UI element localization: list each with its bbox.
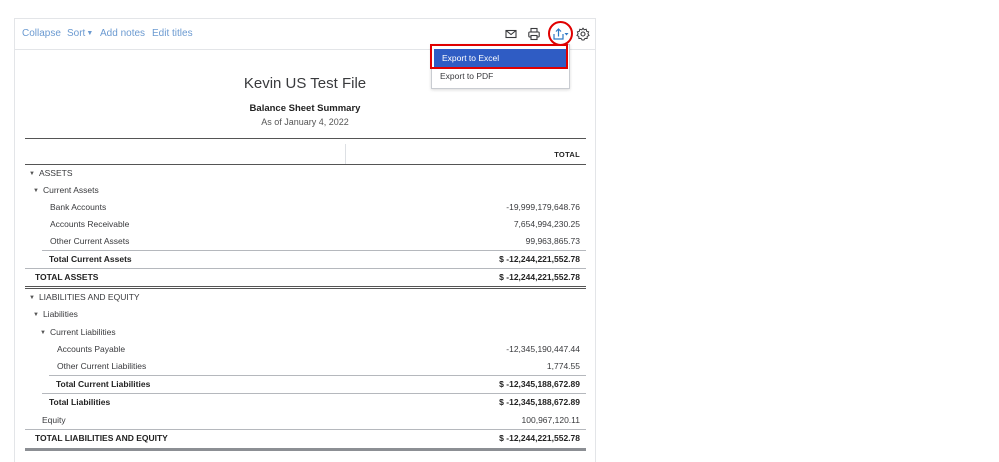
row-label: Bank Accounts xyxy=(50,202,107,212)
export-to-pdf-item[interactable]: Export to PDF xyxy=(432,67,569,85)
row-label: Accounts Receivable xyxy=(50,219,130,229)
table-row[interactable]: Other Current Assets 99,963,865.73 xyxy=(25,233,586,250)
collapse-triangle-icon[interactable]: ▼ xyxy=(29,166,35,183)
export-highlight-circle xyxy=(548,21,573,46)
row-label: TOTAL LIABILITIES AND EQUITY xyxy=(35,433,168,443)
row-label: Accounts Payable xyxy=(57,344,126,354)
row-label: Liabilities xyxy=(42,309,78,319)
row-label: Other Current Assets xyxy=(50,236,130,246)
table-row[interactable]: ▼ LIABILITIES AND EQUITY xyxy=(25,289,586,306)
table-row[interactable]: Equity 100,967,120.11 xyxy=(25,412,586,429)
table-row[interactable]: TOTAL LIABILITIES AND EQUITY $ -12,244,2… xyxy=(25,430,586,447)
row-label: Total Current Liabilities xyxy=(56,379,151,389)
row-label: LIABILITIES AND EQUITY xyxy=(38,292,140,302)
row-value[interactable]: 100,967,120.11 xyxy=(522,412,580,429)
table-row[interactable]: Accounts Receivable 7,654,994,230.25 xyxy=(25,216,586,233)
report-date[interactable]: As of January 4, 2022 xyxy=(15,117,595,129)
mail-icon[interactable] xyxy=(504,27,518,41)
collapse-triangle-icon[interactable]: ▼ xyxy=(40,325,46,342)
print-icon[interactable] xyxy=(527,27,541,41)
row-label: Total Current Assets xyxy=(49,254,132,264)
row-value[interactable]: $ -12,244,221,552.78 xyxy=(499,430,580,447)
add-notes-link[interactable]: Add notes xyxy=(100,28,145,39)
table-row[interactable]: Accounts Payable -12,345,190,447.44 xyxy=(25,341,586,358)
report-panel: Collapse Sort▼ Add notes Edit titles Kev… xyxy=(14,18,596,462)
table-row[interactable]: Total Current Liabilities $ -12,345,188,… xyxy=(25,376,586,393)
collapse-triangle-icon[interactable]: ▼ xyxy=(33,307,39,324)
row-label: Current Assets xyxy=(42,185,99,195)
table-row[interactable]: ▼ ASSETS xyxy=(25,165,586,182)
caret-down-icon: ▼ xyxy=(86,30,94,37)
row-value[interactable]: $ -12,345,188,672.89 xyxy=(499,394,580,411)
row-value[interactable]: $ -12,345,188,672.89 xyxy=(499,376,580,393)
row-label: Total Liabilities xyxy=(49,397,111,407)
table-row[interactable]: Total Liabilities $ -12,345,188,672.89 xyxy=(25,394,586,411)
report-title[interactable]: Balance Sheet Summary xyxy=(15,103,595,115)
total-column-header[interactable]: TOTAL xyxy=(554,150,580,159)
table-row[interactable]: TOTAL ASSETS $ -12,244,221,552.78 xyxy=(25,269,586,286)
row-value[interactable]: -19,999,179,648.76 xyxy=(506,199,580,216)
row-label: Current Liabilities xyxy=(49,327,116,337)
export-excel-highlight-box xyxy=(430,44,568,69)
table-row[interactable]: ▼ Current Assets xyxy=(25,182,586,199)
row-value[interactable]: $ -12,244,221,552.78 xyxy=(499,251,580,268)
table-row[interactable]: Bank Accounts -19,999,179,648.76 xyxy=(25,199,586,216)
row-value[interactable]: 99,963,865.73 xyxy=(526,233,580,250)
row-value[interactable]: $ -12,244,221,552.78 xyxy=(499,269,580,286)
collapse-triangle-icon[interactable]: ▼ xyxy=(29,290,35,307)
edit-titles-link[interactable]: Edit titles xyxy=(152,28,193,39)
gear-icon[interactable] xyxy=(576,27,590,41)
header-column-divider xyxy=(345,144,346,164)
table-row[interactable]: Other Current Liabilities 1,774.55 xyxy=(25,358,586,375)
row-value[interactable]: 7,654,994,230.25 xyxy=(514,216,580,233)
row-label: Other Current Liabilities xyxy=(57,361,147,371)
row-value[interactable]: -12,345,190,447.44 xyxy=(506,341,580,358)
row-label: Equity xyxy=(42,415,66,425)
row-label: ASSETS xyxy=(38,168,73,178)
collapse-link[interactable]: Collapse xyxy=(22,28,61,39)
row-value[interactable]: 1,774.55 xyxy=(547,358,580,375)
row-label: TOTAL ASSETS xyxy=(35,272,99,282)
sort-dropdown[interactable]: Sort▼ xyxy=(67,28,93,39)
sort-label: Sort xyxy=(67,28,86,39)
table-row[interactable]: ▼ Liabilities xyxy=(25,306,586,323)
table-bottom-rule xyxy=(25,448,586,451)
collapse-triangle-icon[interactable]: ▼ xyxy=(33,183,39,200)
table-row[interactable]: ▼ Current Liabilities xyxy=(25,324,586,341)
header-rule-top xyxy=(25,138,586,139)
table-row[interactable]: Total Current Assets $ -12,244,221,552.7… xyxy=(25,251,586,268)
